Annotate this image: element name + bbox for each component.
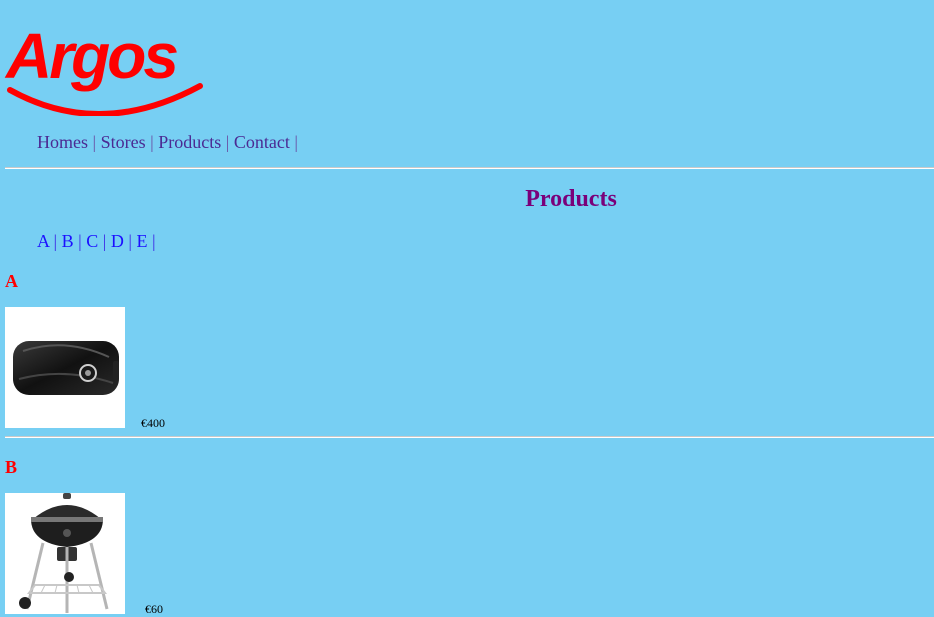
- nav-separator: |: [225, 132, 230, 152]
- section-heading-b: B: [5, 457, 18, 477]
- nav-link-homes[interactable]: Homes: [37, 132, 88, 152]
- argos-logo-text: Argos: [4, 20, 177, 92]
- nav-link-contact[interactable]: Contact: [234, 132, 290, 152]
- section-heading-a: A: [5, 271, 18, 291]
- product-image-bbq[interactable]: [5, 493, 125, 614]
- divider: [5, 436, 934, 438]
- letter-separator: |: [102, 231, 107, 251]
- letter-link-d[interactable]: D: [111, 231, 124, 251]
- product-image-projector[interactable]: [5, 307, 125, 428]
- projector-image-icon: [5, 307, 125, 428]
- nav-separator: |: [294, 132, 298, 152]
- nav-link-stores[interactable]: Stores: [101, 132, 146, 152]
- nav-link-products[interactable]: Products: [158, 132, 221, 152]
- page-title: Products: [525, 186, 617, 212]
- letter-link-c[interactable]: C: [86, 231, 98, 251]
- letter-separator: |: [128, 231, 132, 251]
- bbq-grill-image-icon: [5, 493, 125, 614]
- product-price: €60: [145, 602, 163, 616]
- main-nav: Homes | Stores | Products | Contact |: [37, 132, 298, 153]
- letter-separator: |: [53, 231, 58, 251]
- divider: [5, 167, 934, 169]
- letter-separator: |: [78, 231, 82, 251]
- letter-link-a[interactable]: A: [37, 231, 49, 251]
- letter-link-e[interactable]: E: [136, 231, 147, 251]
- letter-link-b[interactable]: B: [62, 231, 74, 251]
- letter-separator: |: [151, 231, 156, 251]
- product-price: €400: [141, 416, 165, 430]
- nav-separator: |: [150, 132, 154, 152]
- letter-index: A | B | C | D | E |: [37, 231, 156, 252]
- argos-logo[interactable]: Argos: [4, 6, 208, 116]
- nav-separator: |: [92, 132, 97, 152]
